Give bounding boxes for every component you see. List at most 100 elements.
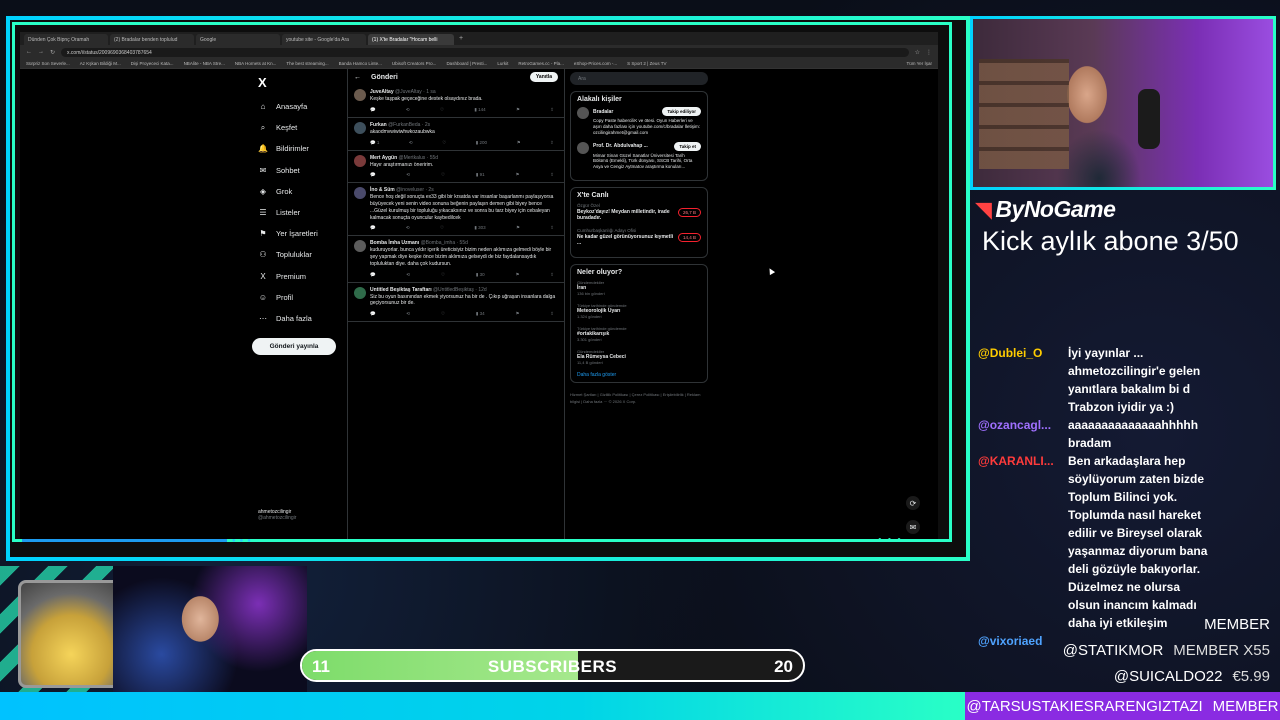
repost-icon[interactable]: ⟲ xyxy=(406,311,410,317)
bookmark[interactable]: Banda Hamco Linte... xyxy=(339,61,382,66)
person-card[interactable]: Bradalar Takip ediliyor Copy Paste haber… xyxy=(577,107,701,136)
forward-arrow-icon[interactable]: → xyxy=(38,49,44,55)
browser-tab[interactable]: (2) Bradalar benden toplulud xyxy=(110,34,194,45)
nav-item-bookmarks[interactable]: ⚑ Yer İşaretleri xyxy=(252,223,342,244)
like-icon[interactable]: ♡ xyxy=(441,272,445,278)
avatar[interactable] xyxy=(354,286,366,299)
chat-username[interactable] xyxy=(978,398,1062,416)
like-icon[interactable]: ♡ xyxy=(440,225,444,231)
browser-tab[interactable]: Dünden Çok Bipnç Oramah xyxy=(24,34,108,45)
reply-tweet[interactable]: Furkan @FurkanBeda · 2s akaodmvwiwiwhwko… xyxy=(348,118,564,151)
bookmark[interactable]: Lurkit xyxy=(497,61,508,66)
bookmark[interactable]: Dashboard | Presti... xyxy=(446,61,487,66)
repost-icon[interactable]: ⟲ xyxy=(409,140,413,146)
nav-item-chat[interactable]: ✉ Sohbet xyxy=(252,160,342,181)
trend-item[interactable]: Gündemdekiler Ela Rümeysa Cebeci 11,4 B gö… xyxy=(577,349,701,365)
repost-icon[interactable]: ⟲ xyxy=(406,225,410,231)
url-input[interactable]: x.com/i/status/2009690368403787654 xyxy=(61,47,909,57)
avatar[interactable] xyxy=(354,121,366,134)
browser-tab-active[interactable]: (1) X'te Bradalar "Hocam belli xyxy=(368,34,454,45)
share-icon[interactable]: ⇪ xyxy=(550,172,554,178)
browser-tab[interactable]: Google xyxy=(196,34,280,45)
reply-tweet[interactable]: Untitled Beşiktaş Taraftarı @UntitledBeş… xyxy=(348,283,564,322)
tweet-author[interactable]: Untitled Beşiktaş Taraftarı xyxy=(370,287,432,293)
views-icon[interactable]: ▮ 34 xyxy=(476,311,485,317)
back-arrow-icon[interactable]: ← xyxy=(26,49,32,55)
bookmark-icon[interactable]: ⚑ xyxy=(515,272,519,278)
nav-item-notifications[interactable]: 🔔 Bildirimler xyxy=(252,138,342,159)
avatar[interactable] xyxy=(354,240,366,253)
messages-icon[interactable]: ✉ xyxy=(906,520,920,534)
tweet-author[interactable]: Bomba İmha Uzmanı xyxy=(370,240,419,246)
share-icon[interactable]: ⇪ xyxy=(550,311,554,317)
views-icon[interactable]: ▮ 91 xyxy=(476,172,485,178)
reply-icon[interactable]: 💬 xyxy=(370,311,376,317)
like-icon[interactable]: ♡ xyxy=(442,140,446,146)
chat-username[interactable]: @ozancagl... xyxy=(978,416,1062,452)
bookmark-icon[interactable]: ⚑ xyxy=(515,311,519,317)
avatar[interactable] xyxy=(354,187,366,200)
reply-button[interactable]: Yanıtla xyxy=(529,72,558,82)
bookmark-icon[interactable]: ⚑ xyxy=(516,107,520,113)
chat-username[interactable]: @vixoriaed xyxy=(978,632,1062,650)
trend-item[interactable]: Gündemdekiler İran 136 bin gönderi xyxy=(577,280,701,296)
views-icon[interactable]: ▮ 200 xyxy=(476,140,487,146)
grok-icon[interactable]: ⟳ xyxy=(906,496,920,510)
following-button[interactable]: Takip ediliyor xyxy=(662,107,701,116)
bookmark-icon[interactable]: ⚑ xyxy=(515,172,519,178)
reply-tweet[interactable]: İno & Süm @inoveluser · 2s Bence hoş değ… xyxy=(348,183,564,237)
star-icon[interactable]: ☆ xyxy=(915,49,920,56)
share-icon[interactable]: ⇪ xyxy=(550,140,554,146)
reply-tweet[interactable]: Mert Aygün @Mertkalus · 55d Hayır araştı… xyxy=(348,151,564,184)
nav-item-explore[interactable]: ⌕ Keşfet xyxy=(252,117,342,138)
nav-item-lists[interactable]: ☰ Listeler xyxy=(252,202,342,223)
bookmark[interactable]: Dişi Proyececi Kata... xyxy=(131,61,174,66)
reply-tweet[interactable]: JuveAltay @JuveAltay · 1 sa Keşke taşpak… xyxy=(348,85,564,118)
nav-item-profile[interactable]: ☺ Profil xyxy=(252,287,342,308)
bookmark[interactable]: The best streaming... xyxy=(286,61,328,66)
nav-item-grok[interactable]: ◈ Grok xyxy=(252,181,342,202)
like-icon[interactable]: ♡ xyxy=(441,311,445,317)
live-item[interactable]: Özgür Özel Beykoz'dayız! Meydan milletin… xyxy=(577,203,701,222)
footer-links[interactable]: Hizmet Şartları | Gizlilik Politikası | … xyxy=(570,391,708,405)
back-arrow-icon[interactable]: ← xyxy=(354,74,361,81)
follow-button[interactable]: Takip et xyxy=(674,141,701,151)
account-switcher[interactable]: ahmetozcilingir @ahmetozcilingir xyxy=(258,509,342,521)
tweet-author[interactable]: Mert Aygün xyxy=(370,155,397,161)
bookmark-icon[interactable]: ⚑ xyxy=(516,225,520,231)
like-icon[interactable]: ♡ xyxy=(440,107,444,113)
nav-item-communities[interactable]: ⚇ Topluluklar xyxy=(252,244,342,265)
like-icon[interactable]: ♡ xyxy=(441,172,445,178)
show-more-link[interactable]: Daha fazla göster xyxy=(577,372,701,378)
post-button[interactable]: Gönderi yayınla xyxy=(252,338,336,356)
nav-item-premium[interactable]: X Premium xyxy=(252,266,342,287)
new-tab-button[interactable]: + xyxy=(456,35,466,45)
bookmark[interactable]: RetroGames.cc - Pla... xyxy=(518,61,564,66)
chat-username[interactable]: @KARANLI... xyxy=(978,452,1062,632)
chat-username[interactable]: @Dublei_O xyxy=(978,344,1062,398)
avatar[interactable] xyxy=(354,154,366,167)
reply-icon[interactable]: 💬 1 xyxy=(370,140,379,146)
share-icon[interactable]: ⇪ xyxy=(550,107,554,113)
reply-icon[interactable]: 💬 xyxy=(370,225,376,231)
x-logo-icon[interactable]: X xyxy=(258,75,342,90)
bookmark[interactable]: NBA Hornets at Kn... xyxy=(235,61,277,66)
trend-item[interactable]: Türkiye tarihinde gündemde Meteorolojik U… xyxy=(577,303,701,319)
browser-tab[interactable]: youtube site - Google'da Ara xyxy=(282,34,366,45)
bookmark[interactable]: Sürpriz Son Severle... xyxy=(26,61,70,66)
reply-icon[interactable]: 💬 xyxy=(370,107,376,113)
trend-item[interactable]: Türkiye tarihinde gündemde #ortakikarışık… xyxy=(577,326,701,342)
tweet-author[interactable]: Furkan xyxy=(370,122,387,128)
reply-icon[interactable]: 💬 xyxy=(370,272,376,278)
reload-icon[interactable]: ↻ xyxy=(50,49,55,56)
menu-icon[interactable]: ⋮ xyxy=(926,49,932,56)
repost-icon[interactable]: ⟲ xyxy=(406,172,410,178)
bookmark[interactable]: NBAlite - NBA Stre... xyxy=(184,61,225,66)
share-icon[interactable]: ⇪ xyxy=(550,225,554,231)
reply-icon[interactable]: 💬 xyxy=(370,172,376,178)
person-card[interactable]: Prof. Dr. Abdulvahap ... Takip et Mimar … xyxy=(577,141,701,171)
repost-icon[interactable]: ⟲ xyxy=(406,272,410,278)
views-icon[interactable]: ▮ 303 xyxy=(474,225,485,231)
bookmark[interactable]: S Sport 2 | Zeus TV xyxy=(627,61,666,66)
nav-item-more[interactable]: ⋯ Daha fazla xyxy=(252,308,342,329)
